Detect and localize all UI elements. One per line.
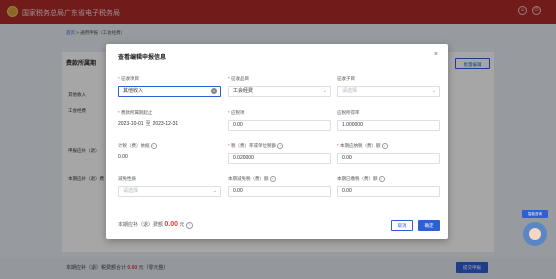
chevron-down-icon: ⌄ bbox=[212, 188, 217, 194]
period-range-label: * 费款所属期起止 bbox=[118, 110, 153, 115]
paid-amount-input[interactable]: 0.00 bbox=[337, 186, 440, 197]
period-start[interactable]: 2023-10-01 bbox=[118, 121, 144, 127]
edit-declaration-dialog: 查看编辑申报信息 × * 征收项目 其他收入 × * 征收品目 工会经费 ⌄ 征… bbox=[106, 44, 448, 239]
info-icon: ? bbox=[378, 176, 385, 182]
info-icon: ? bbox=[185, 222, 193, 229]
chevron-down-icon: ⌄ bbox=[431, 88, 436, 94]
paid-amount-label: 本期已缴税（费）额? bbox=[337, 176, 385, 182]
payable-label: * 本期应纳税（费）额? bbox=[337, 143, 388, 149]
confirm-button[interactable]: 确定 bbox=[418, 220, 440, 231]
levy-subitem-select[interactable]: 请选择 ⌄ bbox=[337, 86, 440, 97]
basis-input[interactable]: 0.00 bbox=[228, 120, 331, 131]
dialog-total: 本期应补（退）费额 0.00 元 ? bbox=[118, 221, 193, 229]
payable-input[interactable]: 0.00 bbox=[337, 153, 440, 164]
dialog-total-amount: 0.00 bbox=[164, 221, 179, 228]
tax-basis-value: 0.00 bbox=[118, 153, 221, 164]
assistant-label[interactable]: 智能咨询 bbox=[522, 210, 548, 218]
info-icon: ? bbox=[269, 176, 276, 182]
levy-category-label: * 征收品目 bbox=[228, 76, 250, 81]
relief-amount-input[interactable]: 0.00 bbox=[228, 186, 331, 197]
rate-label: * 税（费）率或单位税额? bbox=[228, 143, 284, 149]
dialog-title: 查看编辑申报信息 bbox=[118, 55, 167, 61]
levy-item-label: * 征收项目 bbox=[118, 76, 140, 81]
relief-nature-select[interactable]: 请选择 ⌄ bbox=[118, 186, 221, 197]
deduction-ratio-label: 应税所得率 bbox=[337, 110, 360, 115]
dialog-total-unit: 元 bbox=[179, 222, 185, 228]
levy-category-select[interactable]: 工会经费 ⌄ bbox=[228, 86, 331, 97]
deduction-ratio-input[interactable]: 1.000000 bbox=[337, 120, 440, 131]
rate-input[interactable]: 0.020000 bbox=[228, 153, 331, 164]
info-icon: ? bbox=[277, 143, 284, 149]
chevron-down-icon: ⌄ bbox=[322, 88, 327, 94]
smart-assistant[interactable]: 智能咨询 bbox=[520, 210, 550, 250]
period-end[interactable]: 2023-12-31 bbox=[153, 121, 179, 127]
tax-basis-label: 计税（费）依据? bbox=[118, 143, 157, 149]
basis-label: * 应税项 bbox=[228, 110, 245, 115]
dialog-total-label: 本期应补（退）费额 bbox=[118, 222, 164, 228]
period-range-picker[interactable]: 2023-10-01 至 2023-12-31 bbox=[118, 120, 221, 131]
relief-nature-label: 减免性质 bbox=[118, 176, 136, 181]
info-icon: ? bbox=[150, 143, 157, 149]
levy-subitem-label: 征收子目 bbox=[337, 76, 355, 81]
close-icon[interactable]: × bbox=[434, 51, 438, 58]
clear-icon[interactable]: × bbox=[211, 88, 217, 94]
relief-amount-label: 本期减免税（费）额? bbox=[228, 176, 276, 182]
cancel-button[interactable]: 取消 bbox=[391, 220, 413, 231]
info-icon: ? bbox=[381, 143, 388, 149]
levy-item-select[interactable]: 其他收入 × bbox=[118, 86, 221, 97]
assistant-avatar-icon[interactable] bbox=[523, 222, 547, 246]
